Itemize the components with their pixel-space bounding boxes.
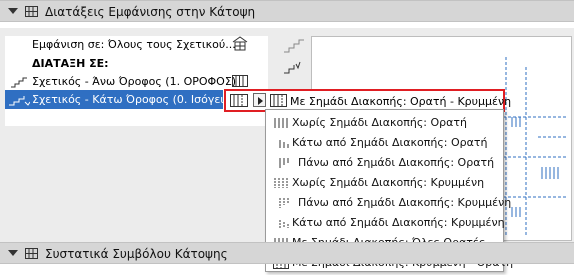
stair-break-icon <box>279 158 289 168</box>
layout-row-lower-label: Σχετικός - Κάτω Όροφος (0. Ισόγειο) <box>32 93 236 106</box>
dropdown-option[interactable]: Χωρίς Σημάδι Διακοπής: Κρυμμένη <box>266 173 503 193</box>
panel-grid-icon <box>25 248 38 259</box>
stair-plan-preview <box>498 57 568 237</box>
selected-option-label: Με Σημάδι Διακοπής: Ορατή - Κρυμμένη <box>290 95 512 108</box>
dropdown-option-label: Πάνω από Σημάδι Διακοπής: Κρυμμένη <box>298 196 512 209</box>
stair-icon <box>9 96 30 106</box>
stair-break-icon <box>279 198 289 208</box>
dropdown-option[interactable]: Πάνω από Σημάδι Διακοπής: Κρυμμένη <box>266 193 511 213</box>
dropdown-option-label: Χωρίς Σημάδι Διακοπής: Κρυμμένη <box>292 176 485 189</box>
dropdown-option-label: Χωρίς Σημάδι Διακοπής: Ορατή <box>292 116 467 129</box>
stair-break-icon <box>274 178 288 188</box>
dropdown-option[interactable]: Χωρίς Σημάδι Διακοπής: Ορατή <box>266 113 503 133</box>
layout-row-upper[interactable]: Σχετικός - Άνω Όροφος (1. ΟΡΟΦΟΣ) <box>32 75 236 88</box>
display-on-label[interactable]: Εμφάνιση σε: Όλους τους Σχετικού... <box>32 38 236 51</box>
dropdown-option-label: Πάνω από Σημάδι Διακοπής: Ορατή <box>298 156 495 169</box>
section-header-plan-display[interactable]: Διατάξεις Εμφάνισης στην Κάτοψη <box>0 0 574 22</box>
stair-break-icon <box>274 118 288 128</box>
triangle-down-icon[interactable] <box>8 8 18 14</box>
stair-link-icon <box>11 77 27 88</box>
section-title: Συστατικά Συμβόλου Κάτοψης <box>45 247 228 261</box>
stair-break-icon <box>284 61 301 74</box>
stair-break-icon <box>230 94 248 107</box>
dropdown-option[interactable]: Κάτω από Σημάδι Διακοπής: Κρυμμένη <box>266 213 505 233</box>
popup-arrow-icon[interactable] <box>253 93 266 107</box>
section-header-symbol-components[interactable]: Συστατικά Συμβόλου Κάτοψης <box>0 242 574 264</box>
stair-break-icon[interactable] <box>232 75 248 87</box>
dropdown-option-label: Κάτω από Σημάδι Διακοπής: Ορατή <box>292 136 488 149</box>
stair-break-icon <box>284 39 304 53</box>
dropdown-option[interactable]: Πάνω από Σημάδι Διακοπής: Ορατή <box>266 153 503 173</box>
building-icon[interactable] <box>232 36 248 51</box>
section-title: Διατάξεις Εμφάνισης στην Κάτοψη <box>45 5 256 19</box>
triangle-down-icon[interactable] <box>8 250 18 256</box>
stair-break-icon <box>270 94 287 107</box>
panel-grid-icon <box>25 6 38 17</box>
dropdown-option[interactable]: Κάτω από Σημάδι Διακοπής: Ορατή <box>266 133 503 153</box>
layout-heading: ΔΙΑΤΑΞΗ ΣΕ: <box>32 57 109 70</box>
dropdown-option-label: Κάτω από Σημάδι Διακοπής: Κρυμμένη <box>292 216 505 229</box>
